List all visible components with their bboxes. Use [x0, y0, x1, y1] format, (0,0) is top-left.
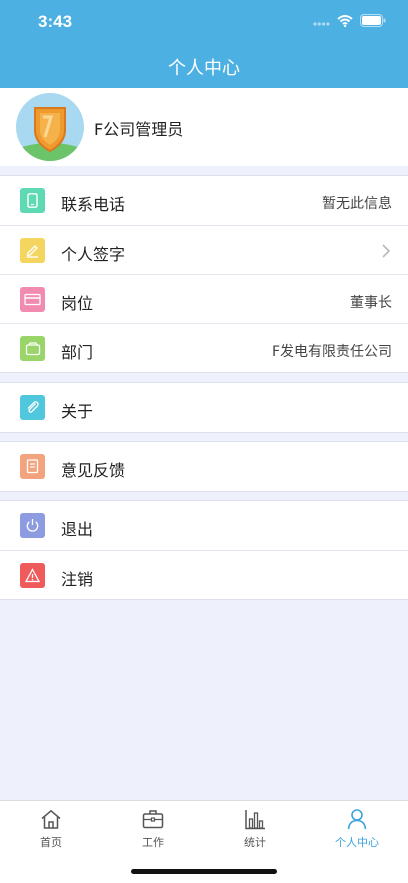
- row-phone[interactable]: 联系电话 暂无此信息: [0, 176, 408, 225]
- phone-icon: [20, 188, 45, 213]
- tab-label: 统计: [244, 836, 266, 849]
- status-icons: [313, 12, 386, 31]
- row-label: 关于: [61, 402, 94, 421]
- avatar[interactable]: [16, 93, 84, 161]
- row-label: 个人签字: [61, 245, 126, 264]
- shield-icon: [16, 93, 84, 161]
- home-indicator: [131, 869, 277, 874]
- paperclip-icon: [20, 395, 45, 420]
- pen-icon: [20, 238, 45, 263]
- row-label: 部门: [61, 343, 94, 362]
- document-icon: [20, 454, 45, 479]
- chevron-right-icon: [382, 243, 391, 262]
- feedback-group: 意见反馈: [0, 441, 408, 492]
- tab-home[interactable]: 首页: [0, 807, 102, 855]
- signal-icon: [313, 12, 330, 31]
- status-bar: 3:43: [0, 0, 408, 44]
- profile-name: F公司管理员: [94, 120, 184, 139]
- page-title: 个人中心: [168, 58, 240, 79]
- app-header: 3:43 个人中心: [0, 0, 408, 88]
- briefcase-icon: [142, 807, 164, 831]
- row-label: 意见反馈: [61, 461, 126, 480]
- power-icon: [20, 513, 45, 538]
- row-feedback[interactable]: 意见反馈: [0, 442, 408, 491]
- battery-icon: [360, 12, 386, 31]
- tab-label: 工作: [142, 836, 164, 849]
- person-icon: [346, 807, 368, 831]
- row-position[interactable]: 岗位 董事长: [0, 274, 408, 323]
- home-icon: [40, 807, 62, 831]
- profile-card[interactable]: F公司管理员: [0, 88, 408, 166]
- row-logout[interactable]: 退出: [0, 501, 408, 550]
- info-group: 联系电话 暂无此信息 个人签字 岗位 董事长 部门 F发电有限责任公司: [0, 175, 408, 373]
- tab-label: 首页: [40, 836, 62, 849]
- row-value: F发电有限责任公司: [271, 344, 392, 360]
- warning-icon: [20, 563, 45, 588]
- status-time: 3:43: [38, 12, 73, 31]
- about-group: 关于: [0, 382, 408, 433]
- tab-statistics[interactable]: 统计: [204, 807, 306, 855]
- account-group: 退出 注销: [0, 500, 408, 600]
- bar-chart-icon: [244, 807, 266, 831]
- tab-label: 个人中心: [335, 836, 379, 849]
- tab-profile[interactable]: 个人中心: [306, 807, 408, 855]
- row-value: 暂无此信息: [322, 196, 392, 212]
- tab-work[interactable]: 工作: [102, 807, 204, 855]
- row-signature[interactable]: 个人签字: [0, 225, 408, 274]
- row-value: 董事长: [350, 295, 392, 311]
- row-department[interactable]: 部门 F发电有限责任公司: [0, 323, 408, 372]
- row-label: 岗位: [61, 294, 94, 313]
- row-label: 注销: [61, 570, 94, 589]
- card-icon: [20, 287, 45, 312]
- row-about[interactable]: 关于: [0, 383, 408, 432]
- row-label: 联系电话: [61, 195, 126, 214]
- folder-icon: [20, 336, 45, 361]
- wifi-icon: [337, 12, 353, 31]
- row-label: 退出: [61, 520, 94, 539]
- row-cancel-account[interactable]: 注销: [0, 550, 408, 599]
